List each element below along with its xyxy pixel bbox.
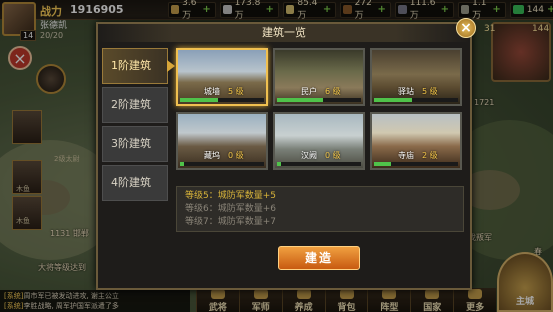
building-level: 6 级 — [325, 87, 341, 96]
progress-bar — [277, 162, 281, 166]
tab-tier-1[interactable]: 1阶建筑 — [102, 48, 175, 84]
building-name: 汉阙 — [301, 151, 317, 160]
building-name: 城墙 — [204, 87, 220, 96]
building-level: 0 级 — [325, 151, 341, 160]
close-button[interactable]: × — [456, 18, 476, 38]
building-name: 寺庙 — [398, 151, 414, 160]
post-station-image — [372, 50, 460, 104]
progress-bar — [374, 162, 391, 166]
building-name: 藏坞 — [204, 151, 220, 160]
building-card-city-wall[interactable]: 城墙 5 级 — [176, 48, 268, 106]
fortress-image — [178, 114, 266, 168]
han-tower-image — [275, 114, 363, 168]
progress-bar — [277, 98, 323, 102]
building-card-han-tower[interactable]: 汉阙 0 级 — [273, 112, 365, 170]
build-button[interactable]: 建造 — [278, 246, 360, 270]
building-name: 民户 — [301, 87, 317, 96]
building-card-temple[interactable]: 寺庙 2 级 — [370, 112, 462, 170]
dialog-title: 建筑一览 — [98, 24, 470, 42]
building-level: 0 级 — [228, 151, 244, 160]
effect-line-next: 等级6：城防军数量+6 — [185, 204, 276, 214]
building-effect-info: 等级5：城防军数量+5 等级6：城防军数量+6 等级7：城防军数量+7 — [176, 186, 464, 232]
city-wall-image — [178, 50, 266, 104]
progress-bar — [180, 162, 184, 166]
effect-line-next: 等级7：城防军数量+7 — [185, 217, 276, 227]
tab-tier-4[interactable]: 4阶建筑 — [102, 165, 168, 201]
houses-image — [275, 50, 363, 104]
building-level: 5 级 — [228, 87, 244, 96]
building-overview-dialog: 建筑一览 × 1阶建筑 2阶建筑 3阶建筑 4阶建筑 城墙 5 级 民户 6 级… — [96, 18, 476, 290]
progress-bar — [374, 98, 412, 102]
building-card-houses[interactable]: 民户 6 级 — [273, 48, 365, 106]
building-card-fortress[interactable]: 藏坞 0 级 — [176, 112, 268, 170]
building-level: 5 级 — [422, 87, 438, 96]
building-level: 2 级 — [422, 151, 438, 160]
progress-bar — [180, 98, 218, 102]
tab-tier-2[interactable]: 2阶建筑 — [102, 87, 168, 123]
temple-image — [372, 114, 460, 168]
effect-line-current: 等级5：城防军数量+5 — [185, 191, 276, 201]
tab-tier-3[interactable]: 3阶建筑 — [102, 126, 168, 162]
building-name: 驿站 — [398, 87, 414, 96]
building-card-post-station[interactable]: 驿站 5 级 — [370, 48, 462, 106]
tier-tabs: 1阶建筑 2阶建筑 3阶建筑 4阶建筑 — [102, 48, 175, 204]
